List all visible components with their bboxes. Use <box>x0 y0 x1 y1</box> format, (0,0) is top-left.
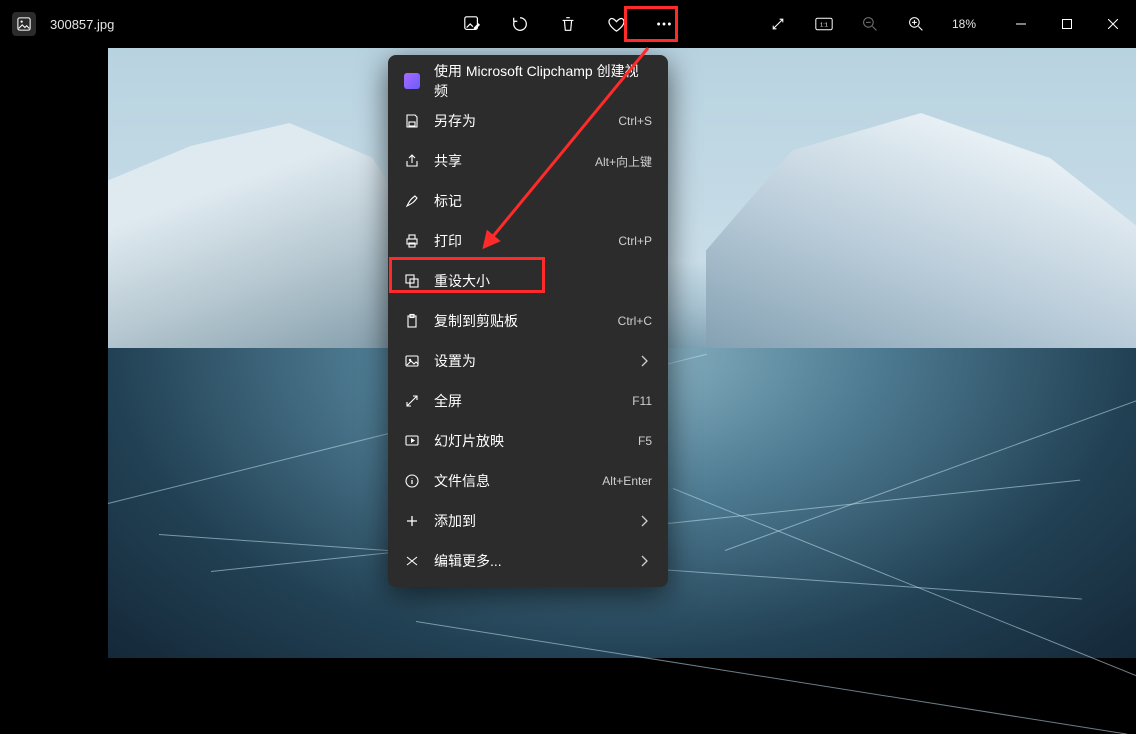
expand-icon <box>404 393 420 409</box>
actual-size-button[interactable]: 1:1 <box>804 4 844 44</box>
menu-item-shortcut: Ctrl+C <box>618 314 652 328</box>
resize-icon <box>404 273 420 289</box>
menu-item-shortcut: Ctrl+P <box>618 234 652 248</box>
menu-item-markup[interactable]: 标记 <box>388 181 668 221</box>
menu-item-label: 全屏 <box>434 391 618 411</box>
menu-item-print[interactable]: 打印 Ctrl+P <box>388 221 668 261</box>
menu-item-resize[interactable]: 重设大小 <box>388 261 668 301</box>
print-icon <box>404 233 420 249</box>
window-controls <box>998 0 1136 48</box>
menu-item-shortcut: Alt+向上键 <box>595 153 652 170</box>
filename-label: 300857.jpg <box>50 17 114 32</box>
zoom-in-button[interactable] <box>896 4 936 44</box>
menu-item-create-video-clipchamp[interactable]: 使用 Microsoft Clipchamp 创建视频 <box>388 61 668 101</box>
menu-item-label: 另存为 <box>434 111 604 131</box>
menu-item-label: 编辑更多... <box>434 551 622 571</box>
info-icon <box>404 473 420 489</box>
save-icon <box>404 113 420 129</box>
plus-icon <box>404 513 420 529</box>
menu-item-slideshow[interactable]: 幻灯片放映 F5 <box>388 421 668 461</box>
title-bar: 300857.jpg 1:1 18% <box>0 0 1136 48</box>
zoom-out-button[interactable] <box>850 4 890 44</box>
menu-item-label: 设置为 <box>434 351 622 371</box>
menu-item-label: 复制到剪贴板 <box>434 311 604 331</box>
title-left: 300857.jpg <box>0 12 114 36</box>
menu-item-label: 重设大小 <box>434 271 652 291</box>
menu-item-label: 文件信息 <box>434 471 588 491</box>
edit-image-button[interactable] <box>452 4 492 44</box>
menu-item-shortcut: F11 <box>632 394 652 408</box>
menu-item-copy-clipboard[interactable]: 复制到剪贴板 Ctrl+C <box>388 301 668 341</box>
more-options-menu: 使用 Microsoft Clipchamp 创建视频 另存为 Ctrl+S 共… <box>388 55 668 587</box>
scene-mountain-right <box>706 113 1136 363</box>
menu-item-edit-more[interactable]: 编辑更多... <box>388 541 668 581</box>
picture-icon <box>404 353 420 369</box>
more-button[interactable] <box>644 4 684 44</box>
menu-item-set-as[interactable]: 设置为 <box>388 341 668 381</box>
toolbar-center <box>452 0 684 48</box>
zoom-level-label: 18% <box>942 17 986 31</box>
menu-item-label: 标记 <box>434 191 652 211</box>
menu-item-add-to[interactable]: 添加到 <box>388 501 668 541</box>
edit-more-icon <box>404 553 420 569</box>
favorite-button[interactable] <box>596 4 636 44</box>
fullscreen-button[interactable] <box>758 4 798 44</box>
menu-item-file-info[interactable]: 文件信息 Alt+Enter <box>388 461 668 501</box>
chevron-right-icon <box>636 513 652 529</box>
chevron-right-icon <box>636 553 652 569</box>
menu-item-label: 添加到 <box>434 511 622 531</box>
menu-item-shortcut: Alt+Enter <box>602 474 652 488</box>
menu-item-label: 打印 <box>434 231 604 251</box>
menu-item-label: 共享 <box>434 151 581 171</box>
menu-item-label: 幻灯片放映 <box>434 431 624 451</box>
minimize-button[interactable] <box>998 0 1044 48</box>
maximize-button[interactable] <box>1044 0 1090 48</box>
slideshow-icon <box>404 433 420 449</box>
pen-icon <box>404 193 420 209</box>
clipchamp-icon <box>404 73 420 89</box>
clipboard-icon <box>404 313 420 329</box>
share-icon <box>404 153 420 169</box>
menu-item-share[interactable]: 共享 Alt+向上键 <box>388 141 668 181</box>
close-button[interactable] <box>1090 0 1136 48</box>
svg-text:1:1: 1:1 <box>820 22 828 28</box>
menu-item-label: 使用 Microsoft Clipchamp 创建视频 <box>434 61 652 101</box>
menu-item-shortcut: F5 <box>638 434 652 448</box>
delete-button[interactable] <box>548 4 588 44</box>
toolbar-right: 1:1 18% <box>758 0 986 48</box>
photos-app-icon[interactable] <box>12 12 36 36</box>
chevron-right-icon <box>636 353 652 369</box>
rotate-button[interactable] <box>500 4 540 44</box>
menu-item-shortcut: Ctrl+S <box>618 114 652 128</box>
menu-item-fullscreen[interactable]: 全屏 F11 <box>388 381 668 421</box>
menu-item-save-as[interactable]: 另存为 Ctrl+S <box>388 101 668 141</box>
